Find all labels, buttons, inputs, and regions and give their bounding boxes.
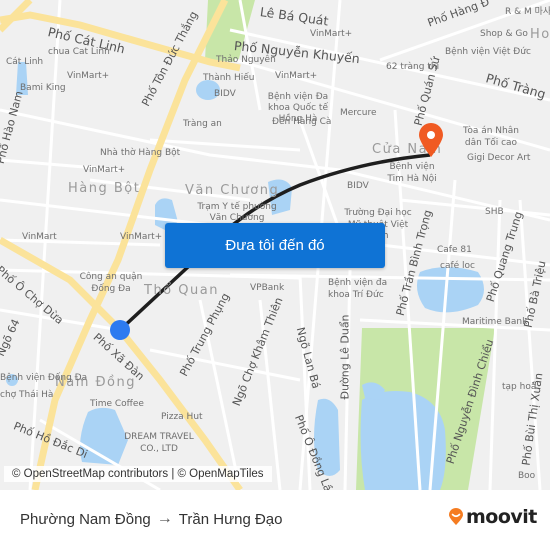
poi-label: Tòa án Nhân dân Tối cao [463, 126, 519, 148]
poi-label: Maritime Bank [462, 317, 528, 327]
poi-label: R & M 마사지 [505, 7, 550, 17]
poi-label: Thành Hiếu [203, 73, 255, 83]
destination-pin-icon[interactable] [417, 122, 445, 158]
destination-name: Trần Hưng Đạo [178, 510, 283, 528]
poi-label: Thảo Nguyên [216, 55, 276, 65]
poi-label: café loc [440, 261, 475, 271]
poi-label: VPBank [250, 283, 285, 293]
brand-name: moovit [466, 506, 537, 528]
poi-label: chua Cat Linh [48, 47, 110, 57]
lake-thien-quang [416, 267, 484, 313]
poi-label: Bệnh viện Việt Đức [445, 47, 531, 57]
poi-label: VinMart+ [83, 165, 126, 175]
origin-name: Phường Nam Đồng [20, 510, 151, 528]
poi-label: VinMart+ [67, 71, 110, 81]
map-canvas[interactable]: Phố Cát Linh Phố Tôn Đức Thắng Phố Nguyễ… [0, 0, 550, 490]
moovit-logo[interactable]: moovit [448, 506, 537, 528]
district-label: Văn Chương [185, 183, 280, 198]
poi-label: Trạm Y tế phường Văn Chương [197, 202, 277, 223]
poi-label: Nhà thờ Hàng Bột [100, 148, 181, 158]
road-label: Đường Lê Duẩn [338, 314, 352, 400]
poi-label: Time Coffee [90, 399, 144, 409]
poi-label: SHB [485, 207, 504, 217]
poi-label: Shop & Go [480, 29, 528, 39]
poi-label: tạp hoá [502, 382, 537, 392]
origin-marker[interactable] [109, 319, 131, 341]
poi-label: VinMart+ [310, 29, 353, 39]
map-attribution[interactable]: © OpenStreetMap contributors | © OpenMap… [4, 466, 272, 482]
take-me-there-button[interactable]: Đưa tôi đến đó [165, 223, 385, 268]
district-label: Hàng Bột [68, 181, 141, 196]
poi-label: Bệnh viện Đống Đa [0, 373, 88, 383]
poi-label: Mercure [340, 108, 377, 118]
poi-label: 62 tràng thi [386, 62, 440, 72]
poi-label: chợ Thái Hà [0, 390, 54, 400]
poi-label: Bệnh viện đa khoa Trí Đức [328, 278, 388, 300]
poi-label: Boo [518, 471, 536, 481]
poi-label: BIDV [347, 181, 369, 191]
poi-label: Cafe 81 [437, 245, 472, 255]
poi-label: VinMart+ [275, 71, 318, 81]
poi-label: Công an quận Đống Đa [79, 272, 143, 294]
poi-label: VinMart [22, 232, 57, 242]
poi-label: Bệnh viện Tim Hà Nội [387, 162, 437, 184]
poi-label: Cát Linh [6, 57, 44, 67]
poi-label: VinMart+ [120, 232, 163, 242]
poi-label: Pizza Hut [161, 412, 203, 422]
arrow-right-icon: → [156, 510, 173, 527]
district-label: Hoà [530, 27, 550, 42]
moovit-pin-icon [449, 508, 463, 525]
poi-label: BIDV [214, 89, 236, 99]
poi-label: Bami King [20, 83, 66, 93]
poi-label: DREAM TRAVEL CO., LTD [124, 432, 194, 454]
footer-bar: Phường Nam Đồng → Trần Hưng Đạo moovit [0, 490, 550, 550]
district-label: Thổ Quan [144, 283, 219, 298]
route-summary: Phường Nam Đồng → Trần Hưng Đạo [20, 510, 282, 528]
poi-label: Đền Hàng Cà [272, 117, 332, 127]
poi-label: Tràng an [183, 119, 222, 129]
poi-label: Gigi Decor Art [467, 153, 531, 163]
